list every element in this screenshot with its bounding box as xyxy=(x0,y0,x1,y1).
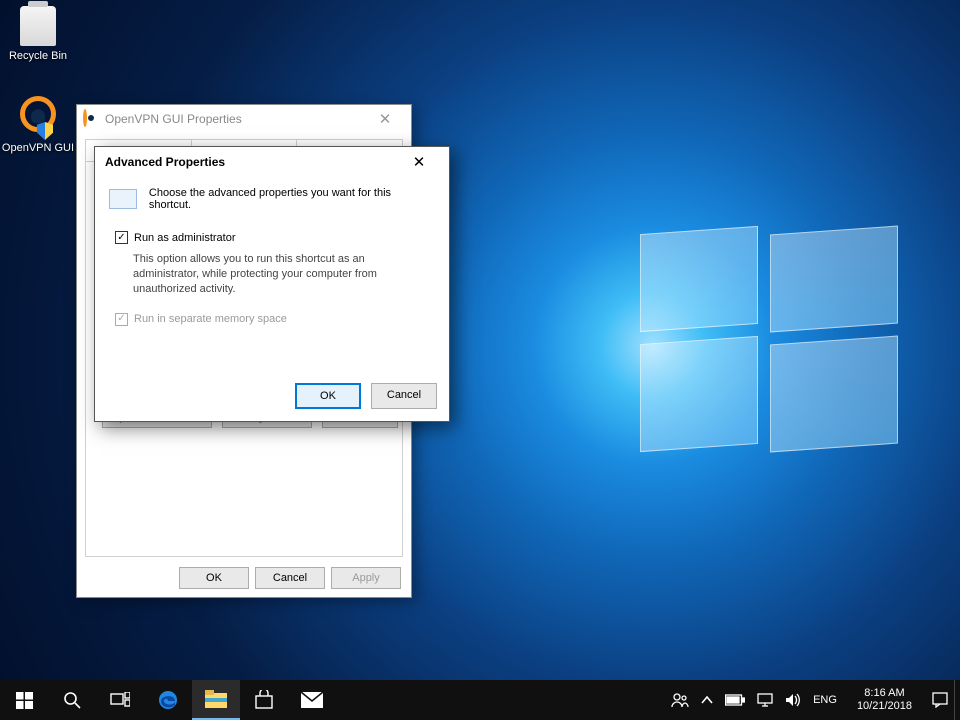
close-icon[interactable]: ✕ xyxy=(399,153,439,171)
shortcut-properties-icon xyxy=(109,189,137,209)
separate-memory-checkbox xyxy=(115,313,128,326)
tray-date: 10/21/2018 xyxy=(857,700,912,713)
run-as-admin-description: This option allows you to run this short… xyxy=(133,252,403,297)
tray-battery-icon[interactable] xyxy=(725,694,745,706)
properties-ok-button[interactable]: OK xyxy=(179,567,249,589)
taskbar-app-file-explorer[interactable] xyxy=(192,680,240,720)
desktop-icon-recycle-bin[interactable]: Recycle Bin xyxy=(0,6,76,62)
show-desktop-button[interactable] xyxy=(954,680,960,720)
taskbar-app-edge[interactable] xyxy=(144,680,192,720)
desktop-icon-label: Recycle Bin xyxy=(0,50,76,62)
desktop-icon-label: OpenVPN GUI xyxy=(0,142,76,154)
tray-chevron-up-icon[interactable] xyxy=(701,696,713,704)
run-as-admin-label[interactable]: Run as administrator xyxy=(134,232,236,244)
openvpn-icon xyxy=(83,111,99,127)
task-view-button[interactable] xyxy=(96,680,144,720)
advanced-properties-dialog: Advanced Properties ✕ Choose the advance… xyxy=(94,146,450,422)
tray-notifications-icon[interactable] xyxy=(932,692,948,708)
tray-time: 8:16 AM xyxy=(857,687,912,700)
dialog-intro-text: Choose the advanced properties you want … xyxy=(149,187,435,211)
taskbar: ENG 8:16 AM 10/21/2018 xyxy=(0,680,960,720)
taskbar-app-mail[interactable] xyxy=(288,680,336,720)
properties-cancel-button[interactable]: Cancel xyxy=(255,567,325,589)
advanced-ok-button[interactable]: OK xyxy=(295,383,361,409)
openvpn-icon xyxy=(17,96,59,138)
dialog-title: Advanced Properties xyxy=(105,155,225,169)
advanced-cancel-button[interactable]: Cancel xyxy=(371,383,437,409)
window-title: OpenVPN GUI Properties xyxy=(105,112,242,126)
tray-volume-icon[interactable] xyxy=(785,693,801,707)
tray-language[interactable]: ENG xyxy=(813,694,837,706)
taskbar-app-store[interactable] xyxy=(240,680,288,720)
run-as-admin-checkbox[interactable] xyxy=(115,231,128,244)
close-icon[interactable]: ✕ xyxy=(365,110,405,128)
separate-memory-label: Run in separate memory space xyxy=(134,313,287,325)
tray-network-icon[interactable] xyxy=(757,693,773,707)
properties-apply-button: Apply xyxy=(331,567,401,589)
system-tray: ENG 8:16 AM 10/21/2018 xyxy=(665,687,954,712)
recycle-bin-icon xyxy=(20,6,56,46)
advanced-titlebar[interactable]: Advanced Properties ✕ xyxy=(95,147,449,177)
properties-titlebar[interactable]: OpenVPN GUI Properties ✕ xyxy=(77,105,411,133)
desktop-icon-openvpn[interactable]: OpenVPN GUI xyxy=(0,96,76,154)
tray-clock[interactable]: 8:16 AM 10/21/2018 xyxy=(849,687,920,712)
windows-logo-graphic xyxy=(640,230,900,450)
start-button[interactable] xyxy=(0,680,48,720)
search-button[interactable] xyxy=(48,680,96,720)
tray-people-icon[interactable] xyxy=(671,692,689,708)
